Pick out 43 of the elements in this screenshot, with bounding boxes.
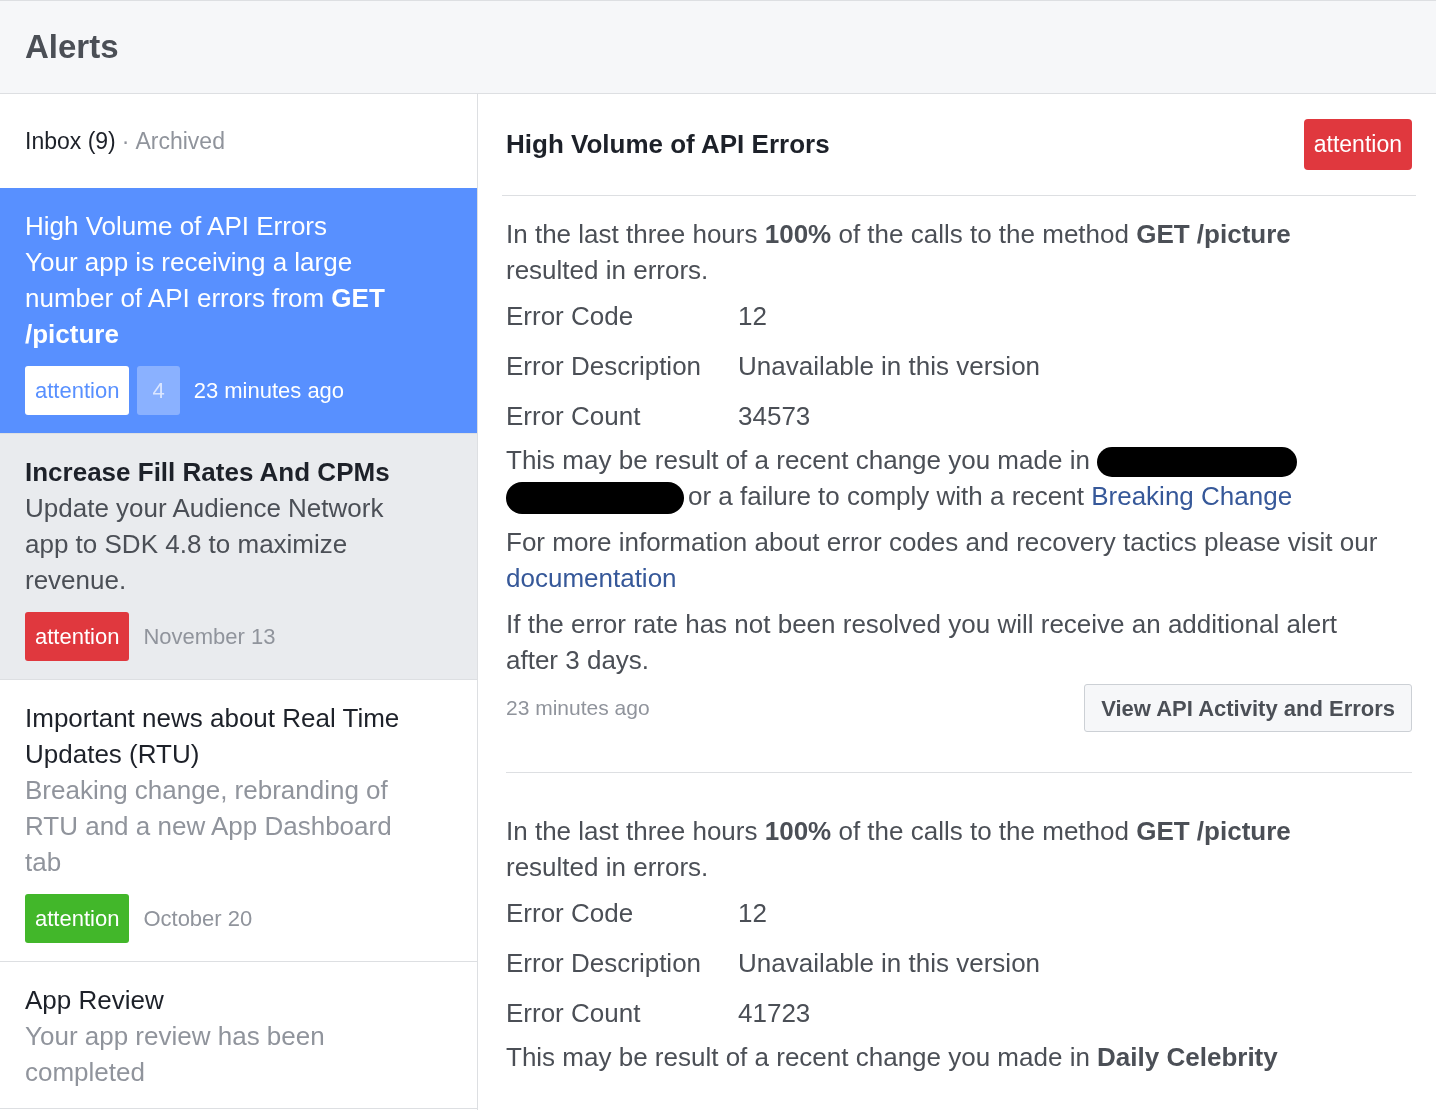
alert-time: November 13 — [143, 623, 276, 651]
field-label: Error Code — [506, 300, 635, 333]
field-label: Error Count — [506, 400, 642, 433]
alert-item[interactable]: Increase Fill Rates And CPMs Update your Audience Network app to SDK 4.8 to maximize revenue. attention November 13 — [0, 434, 477, 680]
alert-text: In the last three hours 100% of the calls to the method GET /picture resulted in errors. — [506, 218, 1292, 287]
field-label: Error Description — [506, 350, 703, 383]
alert-time: 23 minutes ago — [193, 377, 345, 405]
view-activity-button[interactable]: View API Activity and Errors — [1084, 684, 1412, 733]
alert-title: App Review — [25, 984, 165, 1017]
alert-summary: Update your Audience Network app to SDK 4.8 to maximize revenue. — [25, 492, 385, 597]
status-badge: attention — [1303, 119, 1412, 170]
field-value: 12 — [738, 897, 767, 931]
status-badge: attention — [25, 366, 130, 415]
alert-title: High Volume of API Errors — [25, 210, 329, 243]
field-label: Error Code — [506, 897, 635, 931]
alert-text: If the error rate has not been resolved you will receive an additional alert after 3 days. — [506, 608, 1339, 678]
field-value: 41723 — [738, 997, 811, 1031]
alert-summary: Breaking change, rebranding of RTU and a new App Dashboard tab — [25, 774, 393, 879]
alert-text: This may be result of a recent change you made in or a failure to comply with a recent Breaking Change — [506, 442, 1386, 515]
field-value: Unavailable in this version — [738, 350, 1041, 383]
alert-title: High Volume of API Errors — [506, 128, 830, 161]
field-label: Error Count — [506, 997, 642, 1031]
alert-title: Increase Fill Rates And CPMs — [25, 456, 391, 489]
alert-summary: Your app is receiving a large number of API errors from GET /picture — [25, 246, 386, 351]
field-value: 12 — [738, 300, 767, 333]
alert-text: This may be result of a recent change you made in Daily Celebrity — [506, 1041, 1279, 1075]
field-value: Unavailable in this version — [738, 947, 1041, 981]
breaking-change-link[interactable]: Breaking Change — [1091, 481, 1293, 511]
alert-text: In the last three hours 100% of the calls to the method GET /picture resulted in errors. — [506, 815, 1292, 885]
alert-title: Important news about Real Time Updates (RTU) — [25, 702, 401, 771]
field-label: Error Description — [506, 947, 703, 981]
inbox-tab[interactable]: Inbox (9) — [25, 123, 116, 159]
alert-text: For more information about error codes and recovery tactics please visit our documentation — [506, 526, 1379, 596]
page-title: Alerts — [25, 27, 119, 68]
field-value: 34573 — [738, 400, 811, 433]
alert-time: October 20 — [143, 905, 253, 933]
count-badge: 4 — [137, 366, 180, 415]
entry-time: 23 minutes ago — [506, 695, 650, 722]
status-badge: attention — [25, 612, 130, 661]
tab-separator: · — [121, 126, 130, 156]
status-badge: attention — [25, 894, 130, 943]
alert-summary: Your app review has been completed — [25, 1020, 326, 1089]
documentation-link[interactable]: documentation — [506, 563, 677, 594]
